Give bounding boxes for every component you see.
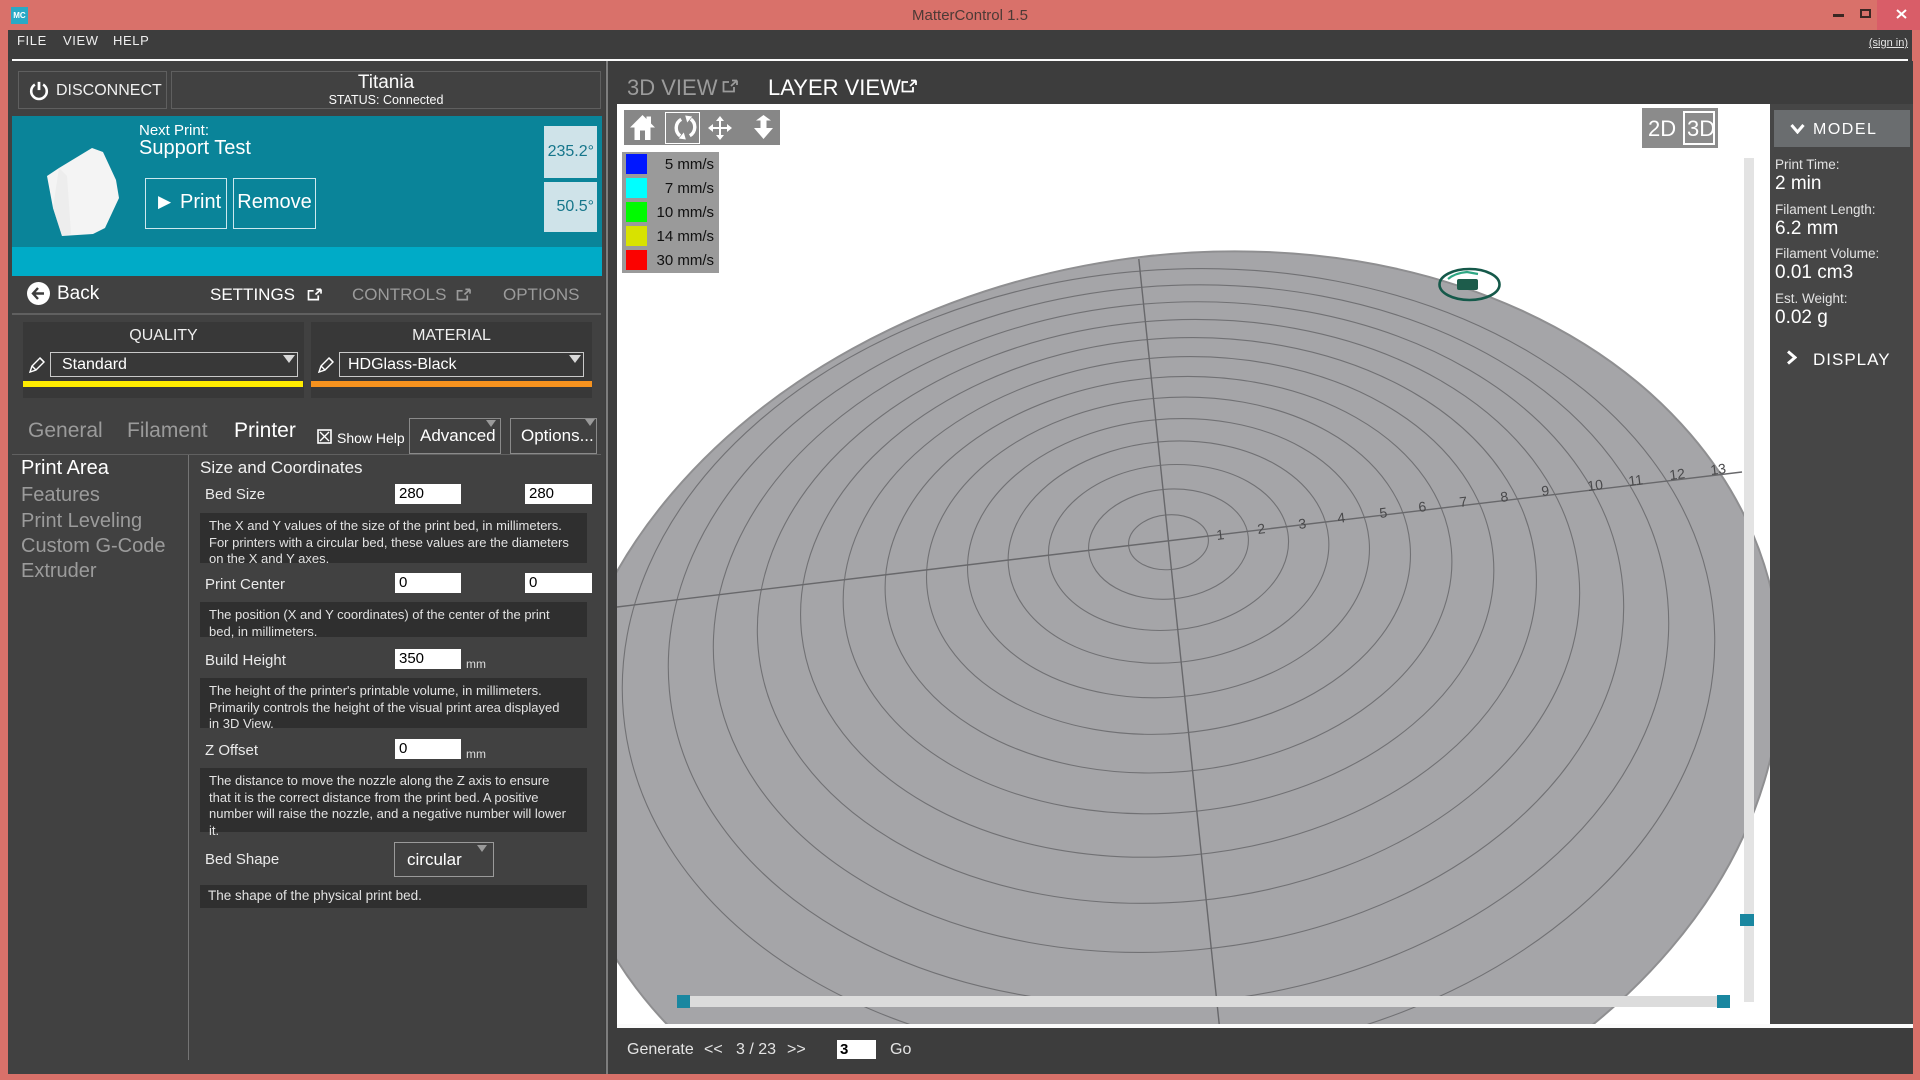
svg-text:13: 13 <box>1709 460 1727 478</box>
svg-text:11: 11 <box>1627 471 1644 489</box>
svg-text:10: 10 <box>1586 476 1604 494</box>
svg-text:12: 12 <box>1668 465 1686 483</box>
